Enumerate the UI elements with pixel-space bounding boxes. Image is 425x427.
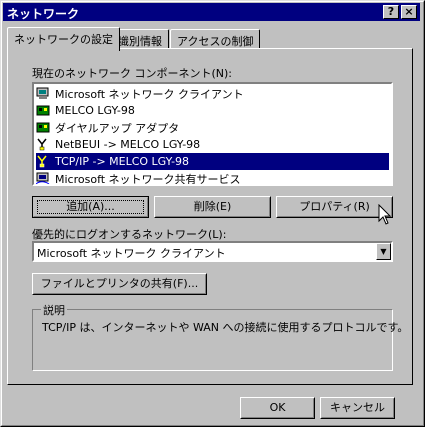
cancel-button[interactable]: キャンセル xyxy=(320,397,395,419)
item-label: MELCO LGY-98 xyxy=(55,104,135,117)
client-computer-icon xyxy=(36,87,49,99)
tab-label: ネットワークの設定 xyxy=(14,33,113,46)
item-label: NetBEUI -> MELCO LGY-98 xyxy=(55,138,201,151)
properties-button[interactable]: プロパティ(R) xyxy=(276,196,393,218)
tab-network-settings[interactable]: ネットワークの設定 xyxy=(7,27,120,51)
add-button[interactable]: 追加(A)... xyxy=(32,196,149,218)
item-label: ダイヤルアップ アダプタ xyxy=(55,121,180,135)
network-adapter-icon xyxy=(36,122,50,133)
list-item[interactable]: MELCO LGY-98 xyxy=(36,102,135,119)
focus-rectangle xyxy=(37,200,144,214)
item-label: Microsoft ネットワーク共有サービス xyxy=(55,172,241,186)
ok-button[interactable]: OK xyxy=(240,397,315,419)
description-group: 説明 TCP/IP は、インターネットや WAN への接続に使用するプロトコルで… xyxy=(32,302,408,371)
ok-button-label: OK xyxy=(269,401,286,414)
list-item-selected[interactable]: TCP/IP -> MELCO LGY-98 xyxy=(36,153,389,170)
protocol-icon xyxy=(37,138,47,151)
dropdown-arrow-icon[interactable]: ▼ xyxy=(376,243,391,260)
tab-access-control[interactable]: アクセスの制御 xyxy=(170,29,261,49)
service-icon xyxy=(36,172,50,184)
close-button[interactable]: × xyxy=(401,5,417,19)
file-printer-sharing-button[interactable]: ファイルとプリンタの共有(F)... xyxy=(32,273,207,295)
list-item[interactable]: Microsoft ネットワーク共有サービス xyxy=(36,170,241,186)
title-bar[interactable]: ネットワーク ? × xyxy=(3,3,420,21)
network-dialog: ネットワーク ? × ネットワークの設定 識別情報 アクセスの制御 現在のネット… xyxy=(0,0,425,427)
list-item[interactable]: Microsoft ネットワーク クライアント xyxy=(36,85,244,102)
components-label: 現在のネットワーク コンポーネント(N): xyxy=(32,67,233,80)
tab-label: アクセスの制御 xyxy=(177,35,254,48)
logon-network-value: Microsoft ネットワーク クライアント xyxy=(37,247,226,260)
window-title: ネットワーク xyxy=(7,7,80,21)
mouse-pointer-icon xyxy=(378,204,392,225)
list-item[interactable]: ダイヤルアップ アダプタ xyxy=(36,119,179,136)
remove-button-label: 削除(E) xyxy=(193,200,232,213)
properties-button-label: プロパティ(R) xyxy=(299,200,370,213)
description-legend: 説明 xyxy=(41,302,67,318)
network-adapter-icon xyxy=(36,105,50,116)
cancel-button-label: キャンセル xyxy=(330,401,385,414)
protocol-icon xyxy=(37,155,47,168)
file-share-label: ファイルとプリンタの共有(F)... xyxy=(40,277,199,290)
item-label: Microsoft ネットワーク クライアント xyxy=(55,87,244,101)
logon-network-select[interactable]: Microsoft ネットワーク クライアント ▼ xyxy=(32,241,393,262)
add-button-label: 追加(A)... xyxy=(66,200,115,213)
remove-button[interactable]: 削除(E) xyxy=(154,196,271,218)
item-label: TCP/IP -> MELCO LGY-98 xyxy=(55,155,190,168)
components-listbox[interactable]: Microsoft ネットワーク クライアント MELCO LGY-98 ダイヤ… xyxy=(32,82,393,186)
tab-strip: ネットワークの設定 識別情報 アクセスの制御 xyxy=(7,27,417,51)
logon-label: 優先的にログオンするネットワーク(L): xyxy=(32,228,227,241)
list-item[interactable]: NetBEUI -> MELCO LGY-98 xyxy=(36,136,200,153)
description-text: TCP/IP は、インターネットや WAN への接続に使用するプロトコルです。 xyxy=(42,321,409,334)
tab-label: 識別情報 xyxy=(118,35,162,48)
help-button[interactable]: ? xyxy=(383,5,399,19)
